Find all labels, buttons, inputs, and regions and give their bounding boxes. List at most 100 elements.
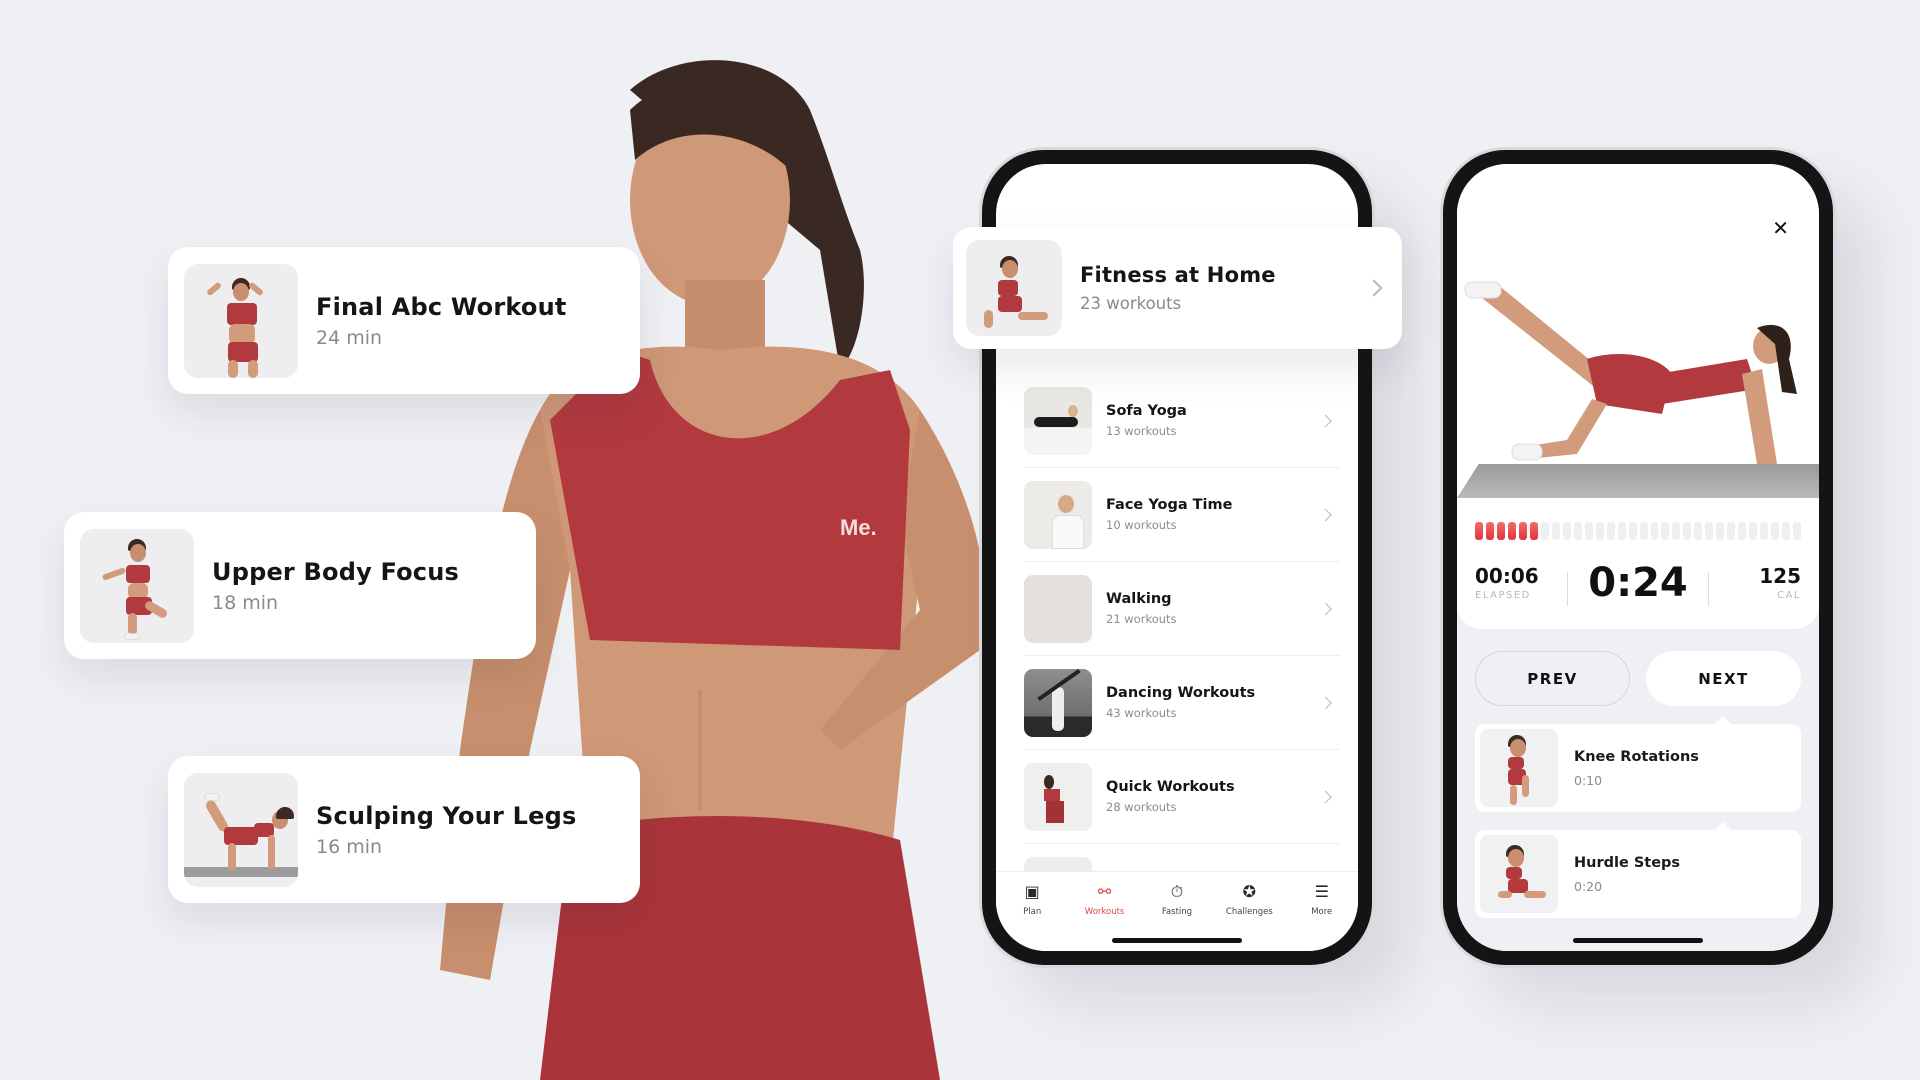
calendar-icon: ▣	[1024, 882, 1040, 901]
tab-plan[interactable]: ▣ Plan	[1000, 882, 1064, 951]
player-controls: 00:06 ELAPSED 0:24 125 CAL PREV NEXT Kne…	[1457, 504, 1819, 951]
tab-label: Plan	[1023, 907, 1042, 917]
progress-segment-empty	[1683, 522, 1692, 540]
featured-card-fitness-at-home[interactable]: Fitness at Home 23 workouts	[953, 227, 1402, 349]
progress-segment-empty	[1573, 522, 1582, 540]
progress-segment-empty	[1595, 522, 1604, 540]
workout-card-upper-body[interactable]: Upper Body Focus 18 min	[64, 512, 536, 659]
pointer-notch	[1715, 822, 1731, 830]
workout-title: Final Abc Workout	[316, 292, 567, 321]
close-icon[interactable]: ✕	[1772, 216, 1789, 240]
progress-segment-empty	[1661, 522, 1670, 540]
progress-segment-empty	[1540, 522, 1549, 540]
exercise-video[interactable]: ✕	[1457, 164, 1819, 534]
menu-icon: ☰	[1314, 882, 1329, 901]
phone-workout-player: ✕ 00:06 ELAPSED 0:24 125 CAL PREV NEXT K…	[1443, 150, 1833, 965]
exercise-item[interactable]: Hurdle Steps 0:20	[1475, 822, 1801, 918]
workout-card-final-abc[interactable]: Final Abc Workout 24 min	[168, 247, 640, 394]
chevron-right-icon	[1365, 279, 1383, 297]
divider	[1708, 572, 1709, 606]
timer-card: 00:06 ELAPSED 0:24 125 CAL	[1457, 504, 1819, 629]
progress-segment-empty	[1760, 522, 1769, 540]
category-item[interactable]: Face Yoga Time 10 workouts	[1024, 468, 1340, 562]
progress-segment-empty	[1793, 522, 1802, 540]
workout-card-sculpting-legs[interactable]: Sculping Your Legs 16 min	[168, 756, 640, 903]
next-button[interactable]: NEXT	[1646, 651, 1801, 706]
progress-segment-empty	[1628, 522, 1637, 540]
workout-duration: 16 min	[316, 835, 383, 858]
stopwatch-icon: ⏱	[1170, 882, 1184, 901]
chevron-right-icon	[1319, 790, 1332, 803]
workout-thumbnail	[184, 263, 298, 378]
category-thumbnail	[1024, 480, 1092, 549]
prev-button[interactable]: PREV	[1475, 651, 1630, 706]
category-item[interactable]: Quick Workouts 28 workouts	[1024, 750, 1340, 844]
tab-label: Fasting	[1161, 907, 1193, 917]
progress-segment-filled	[1507, 522, 1516, 540]
category-thumbnail	[1024, 668, 1092, 737]
progress-segment-filled	[1496, 522, 1505, 540]
category-title: Sofa Yoga	[1106, 403, 1187, 419]
calories-value: 125	[1759, 564, 1801, 588]
exercise-thumbnail	[1480, 835, 1558, 913]
tab-label: Challenges	[1225, 907, 1273, 917]
progress-segment-empty	[1771, 522, 1780, 540]
tab-more[interactable]: ☰ More	[1290, 882, 1354, 951]
progress-segment-empty	[1716, 522, 1725, 540]
pointer-notch	[1715, 716, 1731, 724]
chevron-right-icon	[1319, 414, 1332, 427]
apparel-logo: Me.	[840, 515, 877, 540]
exercise-figure	[1464, 281, 1797, 464]
progress-segment-empty	[1551, 522, 1560, 540]
workout-category-list: Sofa Yoga 13 workouts Face Yoga Time 10 …	[996, 374, 1358, 938]
workout-title: Sculping Your Legs	[316, 801, 577, 830]
category-count: 21 workouts	[1106, 612, 1177, 626]
workout-duration: 18 min	[212, 591, 279, 614]
progress-segment-empty	[1738, 522, 1747, 540]
progress-segment-empty	[1562, 522, 1571, 540]
featured-title: Fitness at Home	[1080, 263, 1276, 287]
progress-segment-empty	[1617, 522, 1626, 540]
category-item[interactable]: Sofa Yoga 13 workouts	[1024, 374, 1340, 468]
progress-segment-empty	[1749, 522, 1758, 540]
category-count: 28 workouts	[1106, 800, 1177, 814]
progress-segment-filled	[1485, 522, 1494, 540]
dumbbell-icon: ⚯	[1097, 882, 1112, 901]
exercise-duration: 0:20	[1574, 878, 1603, 894]
calories-stat: 125 CAL	[1759, 564, 1801, 601]
category-title: Face Yoga Time	[1106, 497, 1233, 513]
exercise-title: Knee Rotations	[1574, 748, 1699, 765]
progress-segment-empty	[1672, 522, 1681, 540]
progress-segment-filled	[1518, 522, 1527, 540]
category-item[interactable]: Walking 21 workouts	[1024, 562, 1340, 656]
workout-duration: 24 min	[316, 326, 383, 349]
category-title: Quick Workouts	[1106, 779, 1235, 795]
category-count: 13 workouts	[1106, 424, 1177, 438]
tab-label: More	[1311, 907, 1333, 917]
category-count: 10 workouts	[1106, 518, 1177, 532]
category-thumbnail	[1024, 762, 1092, 831]
calories-label: CAL	[1777, 590, 1801, 601]
exercise-thumbnail	[1480, 729, 1558, 807]
progress-segment-empty	[1694, 522, 1703, 540]
home-indicator	[1112, 938, 1242, 943]
progress-segment-filled	[1529, 522, 1538, 540]
progress-segment-empty	[1705, 522, 1714, 540]
progress-segment-empty	[1584, 522, 1593, 540]
progress-segment-empty	[1727, 522, 1736, 540]
workout-thumbnail	[184, 772, 298, 887]
category-title: Dancing Workouts	[1106, 685, 1256, 701]
category-item[interactable]: Dancing Workouts 43 workouts	[1024, 656, 1340, 750]
exercise-progress-bar	[1475, 522, 1802, 540]
exercise-item[interactable]: Knee Rotations 0:10	[1475, 716, 1801, 812]
medal-icon: ✪	[1242, 882, 1257, 901]
workout-title: Upper Body Focus	[212, 557, 459, 586]
exercise-title: Hurdle Steps	[1574, 854, 1681, 871]
chevron-right-icon	[1319, 696, 1332, 709]
workout-thumbnail	[80, 528, 194, 643]
category-thumbnail	[1024, 574, 1092, 643]
progress-segment-empty	[1606, 522, 1615, 540]
featured-count: 23 workouts	[1080, 294, 1182, 313]
home-indicator	[1573, 938, 1703, 943]
chevron-right-icon	[1319, 508, 1332, 521]
